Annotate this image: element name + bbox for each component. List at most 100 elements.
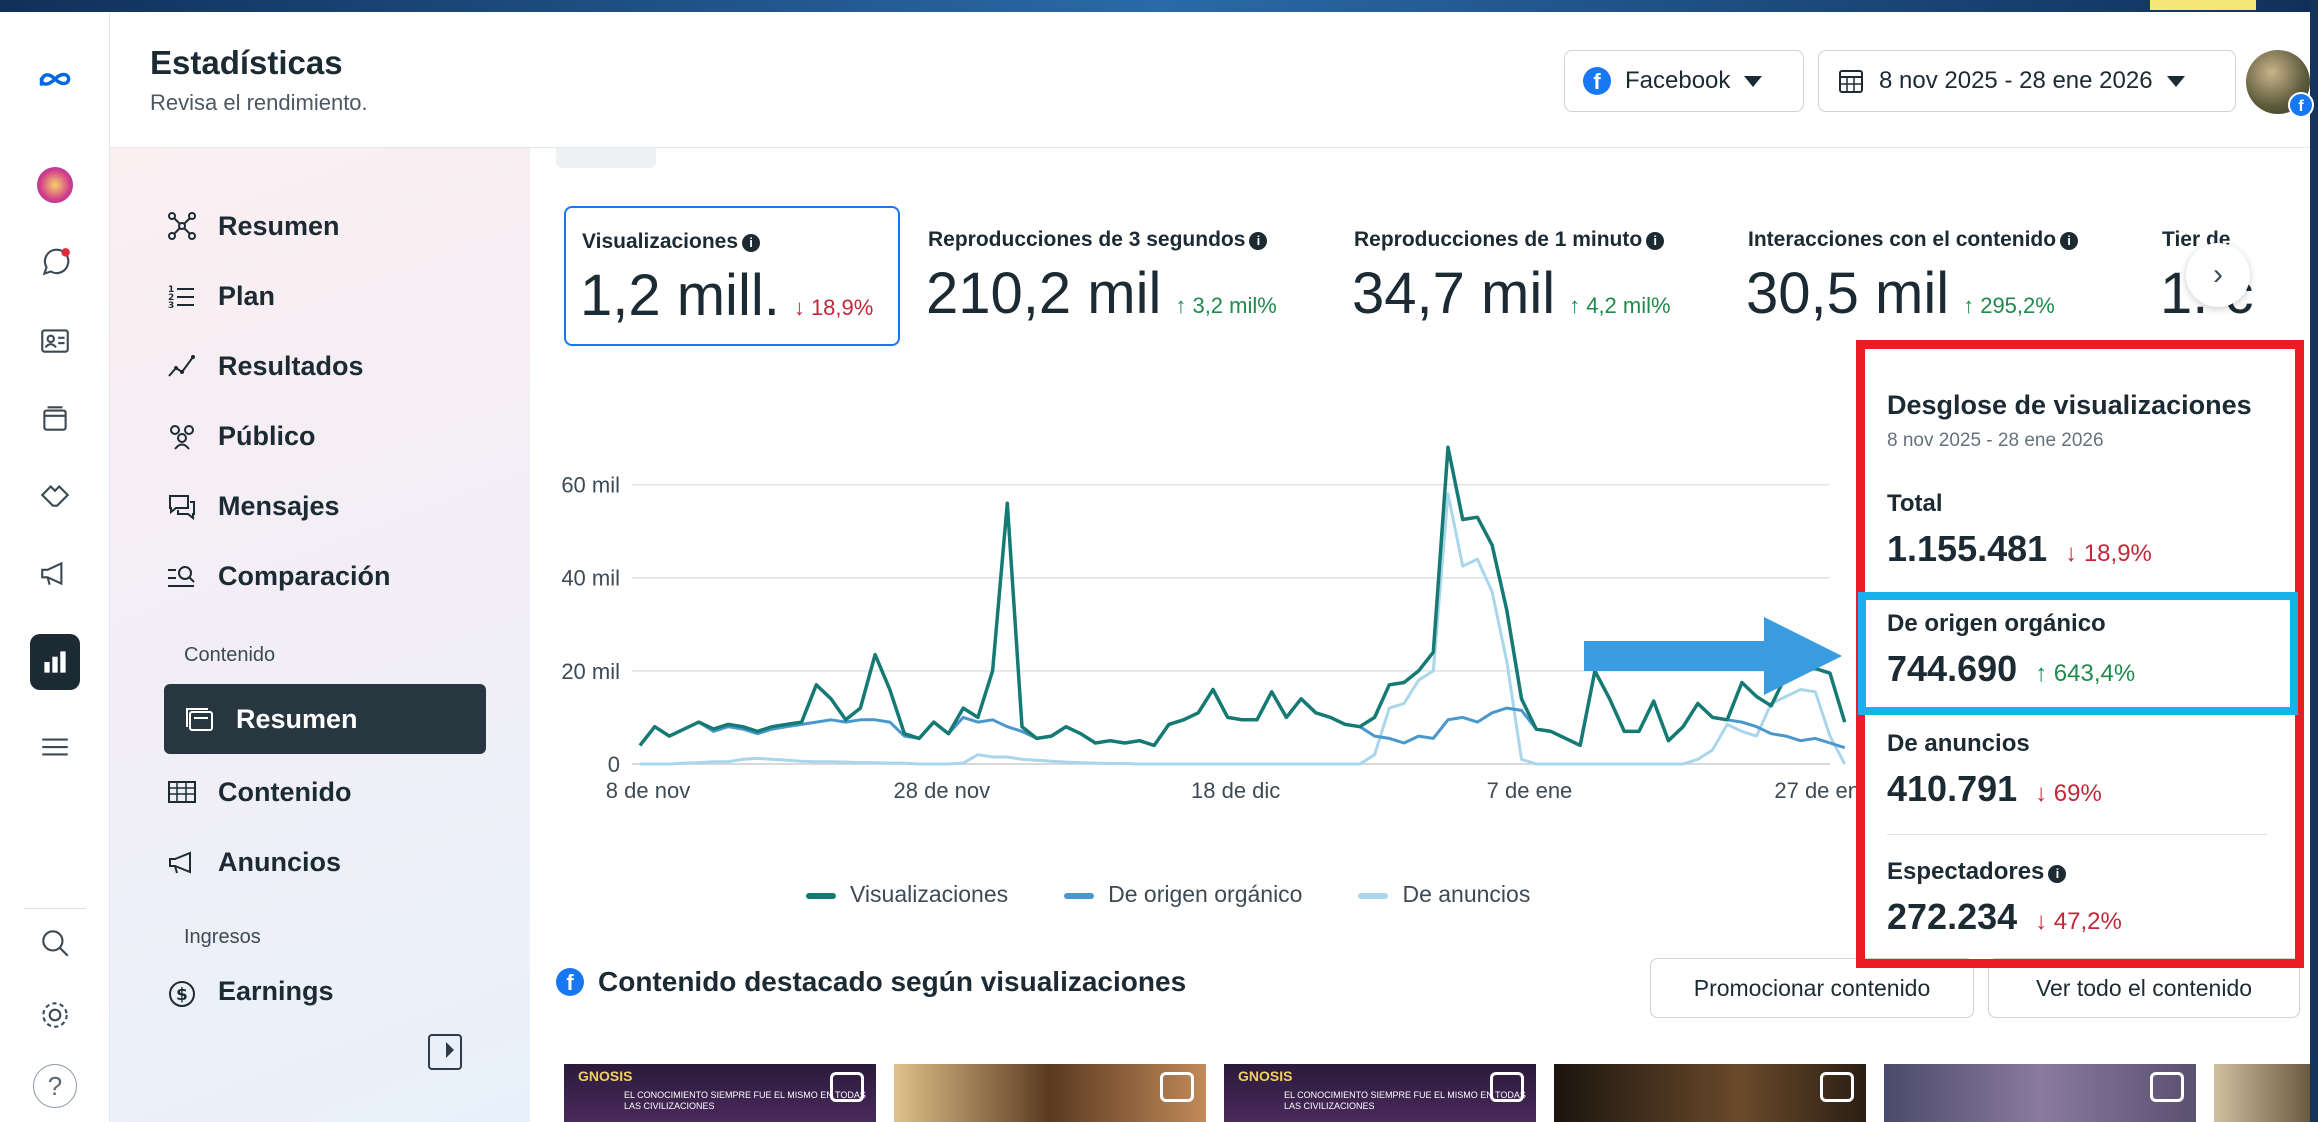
calendar-icon <box>1839 70 1863 93</box>
metric-value: 30,5 mil ↑ 295,2% <box>1746 261 2055 326</box>
info-icon[interactable]: i <box>742 234 761 252</box>
chevron-down-icon <box>2166 75 2185 87</box>
settings-icon[interactable] <box>32 992 78 1038</box>
date-range-picker[interactable]: 8 nov 2025 - 28 ene 2026 <box>1818 50 2236 112</box>
info-icon[interactable]: i <box>1646 232 1665 250</box>
meta-logo-icon[interactable] <box>32 56 78 102</box>
legend-item-visualizaciones[interactable]: Visualizaciones <box>806 881 1008 908</box>
table-icon <box>164 774 200 810</box>
x-tick-label: 8 de nov <box>606 778 690 803</box>
sidebar-item-resultados[interactable]: Resultados <box>164 336 364 396</box>
sidebar-item-plan[interactable]: 123 Plan <box>164 266 275 326</box>
platform-dropdown[interactable]: f Facebook <box>1564 50 1804 112</box>
page-header: Estadísticas Revisa el rendimiento. f Fa… <box>110 12 2314 148</box>
featured-thumbnail[interactable] <box>1554 1064 1866 1122</box>
overview-icon <box>182 701 218 737</box>
featured-thumbnail[interactable]: GNOSIS EL CONOCIMIENTO SIEMPRE FUE EL MI… <box>564 1064 876 1122</box>
top-window-strip <box>0 0 2318 12</box>
metric-card-reproducciones-1min[interactable]: Reproducciones de 1 minuto i 34,7 mil ↑ 4,… <box>1338 206 1718 346</box>
metric-delta: ↑ 295,2% <box>1963 293 2055 318</box>
svg-text:$: $ <box>176 985 188 1005</box>
featured-thumbnail[interactable] <box>2214 1064 2310 1122</box>
top-yellow-tab <box>2150 0 2256 10</box>
sidebar-item-label: Comparación <box>218 560 391 591</box>
contacts-icon[interactable] <box>32 318 78 364</box>
sidebar-item-contenido[interactable]: Contenido <box>164 762 351 822</box>
sidebar-item-earnings[interactable]: $ Earnings <box>164 968 334 1012</box>
help-icon[interactable]: ? <box>33 1064 77 1108</box>
sidebar-item-mensajes[interactable]: Mensajes <box>164 476 340 536</box>
insights-icon[interactable] <box>30 634 80 690</box>
megaphone-icon[interactable] <box>32 550 78 596</box>
date-range-label: 8 nov 2025 - 28 ene 2026 <box>1879 67 2153 94</box>
reel-icon <box>1160 1072 1194 1102</box>
sidebar-item-label: Resultados <box>218 350 364 381</box>
pages-icon[interactable] <box>32 396 78 442</box>
metric-value: 1,2 mill. ↓ 18,9% <box>580 263 874 328</box>
featured-thumbnail[interactable] <box>894 1064 1206 1122</box>
facebook-icon: f <box>1583 67 1611 95</box>
photo-icon <box>1490 1072 1524 1102</box>
network-icon <box>164 208 200 244</box>
metric-card-visualizaciones[interactable]: Visualizaciones i 1,2 mill. ↓ 18,9% <box>564 206 900 346</box>
chevron-down-icon <box>1744 75 1763 87</box>
metric-delta: ↓ 18,9% <box>793 295 874 320</box>
featured-thumbnail[interactable]: GNOSIS EL CONOCIMIENTO SIEMPRE FUE EL MI… <box>1224 1064 1536 1122</box>
audience-icon <box>164 418 200 454</box>
metric-label: Reproducciones de 3 segundos i <box>928 228 1268 252</box>
series-line-visualizaciones[interactable] <box>638 445 1847 748</box>
sidebar-item-comparacion[interactable]: Comparación <box>164 546 391 606</box>
page-title: Estadísticas <box>150 44 343 81</box>
section-label-ingresos: Ingresos <box>184 926 261 948</box>
rail-divider <box>24 908 86 909</box>
featured-thumbnail[interactable] <box>1884 1064 2196 1122</box>
info-icon[interactable]: i <box>1249 232 1268 250</box>
sidebar-item-anuncios[interactable]: Anuncios <box>164 832 341 892</box>
menu-icon[interactable] <box>32 724 78 770</box>
facebook-icon: f <box>556 968 584 996</box>
compare-icon <box>164 558 200 594</box>
featured-content-heading: f Contenido destacado según visualizacio… <box>556 966 1186 998</box>
metric-delta: ↑ 4,2 mil% <box>1569 293 1671 318</box>
sidebar-item-label: Resumen <box>218 210 340 241</box>
messages-icon <box>164 488 200 524</box>
photo-icon <box>830 1072 864 1102</box>
info-icon[interactable]: i <box>2060 232 2079 250</box>
collapse-sidebar-button[interactable] <box>428 1034 462 1070</box>
section-label-contenido: Contenido <box>184 644 276 666</box>
legend-item-organico[interactable]: De origen orgánico <box>1064 881 1302 908</box>
search-icon[interactable] <box>32 920 78 966</box>
sidebar-item-label: Plan <box>218 280 276 311</box>
metrics-next-button[interactable]: › <box>2186 243 2250 307</box>
metric-label: Reproducciones de 1 minuto i <box>1354 228 1665 252</box>
threads-icon[interactable] <box>32 240 78 286</box>
metric-card-reproducciones-3s[interactable]: Reproducciones de 3 segundos i 210,2 mil ↑… <box>912 206 1332 346</box>
account-avatar-icon[interactable] <box>32 162 78 208</box>
reel-icon <box>2150 1072 2184 1102</box>
trend-icon <box>164 348 200 384</box>
sidebar-item-label: Earnings <box>218 976 334 1006</box>
handshake-icon[interactable] <box>32 472 78 518</box>
metric-label: Visualizaciones i <box>582 230 761 254</box>
sidebar-item-label: Público <box>218 420 316 451</box>
metric-delta: ↑ 3,2 mil% <box>1175 293 1277 318</box>
sidebar-item-label: Mensajes <box>218 490 340 521</box>
x-tick-label: 7 de ene <box>1487 778 1573 803</box>
metric-value: 210,2 mil ↑ 3,2 mil% <box>926 261 1277 326</box>
svg-text:3: 3 <box>168 301 174 311</box>
sidebar-item-publico[interactable]: Público <box>164 406 316 466</box>
sidebar-item-content-resumen[interactable]: Resumen <box>164 684 486 754</box>
chevron-right-icon: › <box>2213 258 2223 291</box>
y-tick-label: 20 mil <box>561 659 620 684</box>
facebook-badge-icon: f <box>2288 92 2314 118</box>
reel-icon <box>1820 1072 1854 1102</box>
right-frame-border <box>2310 0 2318 1122</box>
sidebar-item-label: Resumen <box>236 703 358 734</box>
insights-sidebar: Resumen 123 Plan Resultados Público Mens… <box>110 148 530 1122</box>
metric-label: Interacciones con el contenido i <box>1748 228 2079 252</box>
metric-card-interacciones[interactable]: Interacciones con el contenido i 30,5 mil… <box>1732 206 2132 346</box>
profile-avatar[interactable]: f <box>2246 50 2314 118</box>
legend-item-anuncios[interactable]: De anuncios <box>1358 881 1530 908</box>
x-tick-label: 18 de dic <box>1191 778 1280 803</box>
sidebar-item-resumen[interactable]: Resumen <box>164 196 340 256</box>
